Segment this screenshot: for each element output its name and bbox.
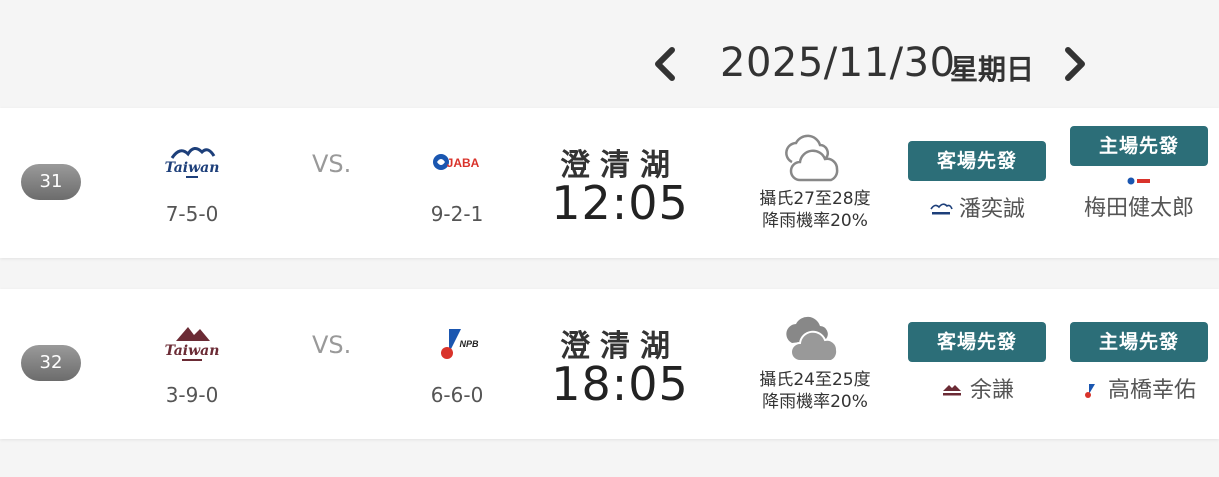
weather-info: 攝氏24至25度 降雨機率20% [740, 369, 890, 413]
home-starter-label[interactable]: 主場先發 [1070, 126, 1208, 166]
home-starter-label[interactable]: 主場先發 [1070, 322, 1208, 362]
cloud-outline-icon [785, 134, 839, 182]
npb-logo: NPB [441, 329, 479, 359]
game-time: 12:05 [551, 176, 689, 230]
chevron-right-icon [1065, 47, 1085, 81]
home-team-record: 6-6-0 [430, 383, 484, 407]
cloud-filled-icon [786, 316, 839, 362]
taiwan-logo-text: Taiwan [165, 160, 220, 176]
jaba-mini-logo [1127, 177, 1150, 185]
taiwan-mountain-mini-logo [942, 385, 961, 396]
jaba-logo: JABA [433, 154, 480, 170]
game-number-badge: 31 [21, 164, 81, 200]
chevron-left-icon [655, 47, 675, 81]
home-starter: 主場先發 梅田健太郎 [1070, 126, 1208, 222]
away-team-record: 7-5-0 [165, 202, 219, 226]
taiwan-logo-text: Taiwan [165, 343, 220, 359]
away-team[interactable]: Taiwan 3-9-0 [142, 317, 242, 407]
date-navigator: 2025/11/30 星期日 [648, 38, 1098, 94]
game-card[interactable]: 32 Taiwan 3-9-0 VS. NPB 6-6-0 澄清湖 18:05 … [0, 289, 1219, 439]
taiwan-mountain-logo: Taiwan [165, 327, 220, 361]
prev-day-button[interactable] [648, 44, 684, 84]
rain-probability: 降雨機率20% [762, 211, 868, 231]
home-team[interactable]: JABA 9-2-1 [407, 136, 507, 226]
game-time: 18:05 [551, 357, 689, 411]
next-day-button[interactable] [1056, 44, 1092, 84]
versus-label: VS. [312, 150, 352, 178]
current-weekday: 星期日 [950, 53, 1035, 86]
home-starter-pitcher[interactable]: 高橋幸佑 [1070, 372, 1208, 404]
npb-logo-text: NPB [459, 339, 479, 349]
temperature-range: 攝氏24至25度 [759, 370, 871, 390]
away-starter-label[interactable]: 客場先發 [908, 141, 1046, 181]
home-starter: 主場先發 高橋幸佑 [1070, 322, 1208, 404]
home-team-record: 9-2-1 [430, 202, 484, 226]
rain-probability: 降雨機率20% [762, 392, 868, 412]
temperature-range: 攝氏27至28度 [759, 189, 871, 209]
away-starter: 客場先發 余謙 [908, 322, 1046, 404]
weather-info: 攝氏27至28度 降雨機率20% [740, 188, 890, 232]
pitcher-name[interactable]: 梅田健太郎 [1070, 190, 1208, 222]
current-date: 2025/11/30 [720, 40, 956, 86]
away-starter-label[interactable]: 客場先發 [908, 322, 1046, 362]
npb-mini-logo [1084, 384, 1095, 398]
away-team-record: 3-9-0 [165, 383, 219, 407]
game-number-badge: 32 [21, 345, 81, 381]
away-starter-pitcher[interactable]: 余謙 [908, 372, 1046, 404]
pitcher-name: 高橋幸佑 [1107, 378, 1196, 403]
away-starter-pitcher[interactable]: 潘奕誠 [908, 191, 1046, 223]
game-card[interactable]: 31 Taiwan 7-5-0 VS. JABA 9-2-1 澄清湖 12:05… [0, 108, 1219, 258]
away-team[interactable]: Taiwan 7-5-0 [142, 136, 242, 226]
taiwan-wave-logo: Taiwan [165, 147, 220, 178]
taiwan-wave-mini-logo [930, 203, 953, 215]
away-starter: 客場先發 潘奕誠 [908, 141, 1046, 223]
jaba-logo-text: JABA [447, 156, 480, 170]
pitcher-name: 余謙 [969, 378, 1014, 403]
pitcher-name: 潘奕誠 [958, 197, 1025, 222]
versus-label: VS. [312, 331, 352, 359]
home-team[interactable]: NPB 6-6-0 [407, 317, 507, 407]
